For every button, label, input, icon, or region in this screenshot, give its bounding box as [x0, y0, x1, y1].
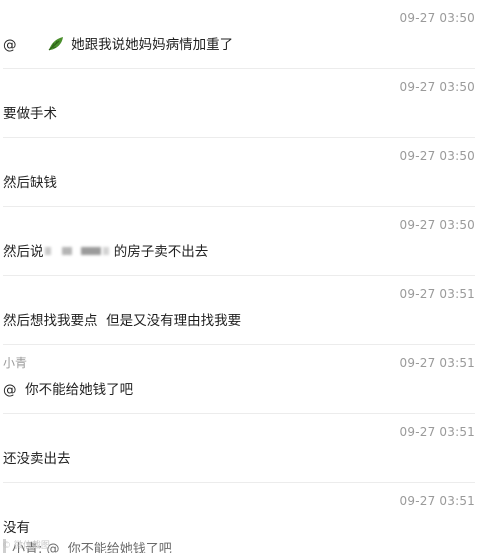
message-row[interactable]: 09-27 03:51 没有: [0, 483, 483, 537]
message-text[interactable]: 要做手术: [3, 102, 57, 122]
leaf-icon: [47, 36, 65, 52]
message-row[interactable]: 09-27 03:50 然后说 的房子卖不出去: [0, 207, 483, 276]
chat-message-list[interactable]: 09-27 03:50 @ 她跟我说她妈妈病情加重了 09-27 03:50 要…: [0, 0, 483, 553]
message-text[interactable]: 然后缺钱: [3, 171, 57, 191]
message-body: 的房子卖不出去: [113, 244, 209, 260]
message-text[interactable]: 没有: [3, 516, 30, 536]
message-timestamp: 09-27 03:50: [399, 11, 475, 25]
message-row[interactable]: 小青 09-27 03:51 @ 你不能给她钱了吧: [0, 345, 483, 414]
message-text[interactable]: @ 你不能给她钱了吧: [3, 378, 133, 398]
message-text[interactable]: @ 她跟我说她妈妈病情加重了: [3, 33, 233, 53]
redacted-blur: [102, 247, 109, 255]
watermark: © 微信截图: [2, 541, 50, 551]
redacted-blur: [61, 247, 72, 255]
message-timestamp: 09-27 03:50: [399, 149, 475, 163]
redacted-blur: [80, 247, 101, 255]
message-row[interactable]: 09-27 03:50 要做手术: [0, 69, 483, 138]
mention-prefix: @: [3, 37, 17, 53]
message-timestamp: 09-27 03:51: [399, 287, 475, 301]
message-timestamp: 09-27 03:50: [399, 218, 475, 232]
message-timestamp: 09-27 03:51: [399, 425, 475, 439]
message-text[interactable]: 然后说 的房子卖不出去: [3, 240, 208, 260]
message-row[interactable]: 09-27 03:51 然后想找我要点 但是又没有理由找我要: [0, 276, 483, 345]
redacted-blur: [44, 247, 51, 255]
message-text[interactable]: 还没卖出去: [3, 447, 71, 467]
message-timestamp: 09-27 03:50: [399, 80, 475, 94]
message-text[interactable]: 然后想找我要点 但是又没有理由找我要: [3, 309, 241, 329]
message-timestamp: 09-27 03:51: [399, 494, 475, 508]
message-row[interactable]: 09-27 03:50 @ 她跟我说她妈妈病情加重了: [0, 0, 483, 69]
message-row[interactable]: 09-27 03:50 然后缺钱: [0, 138, 483, 207]
quoted-message[interactable]: 小青: @ 你不能给她钱了吧: [0, 537, 483, 553]
message-prefix: 然后说: [3, 244, 44, 260]
message-row[interactable]: 09-27 03:51 还没卖出去: [0, 414, 483, 483]
message-sender[interactable]: 小青: [3, 354, 27, 371]
message-timestamp: 09-27 03:51: [399, 356, 475, 370]
message-body: 她跟我说她妈妈病情加重了: [71, 37, 234, 53]
